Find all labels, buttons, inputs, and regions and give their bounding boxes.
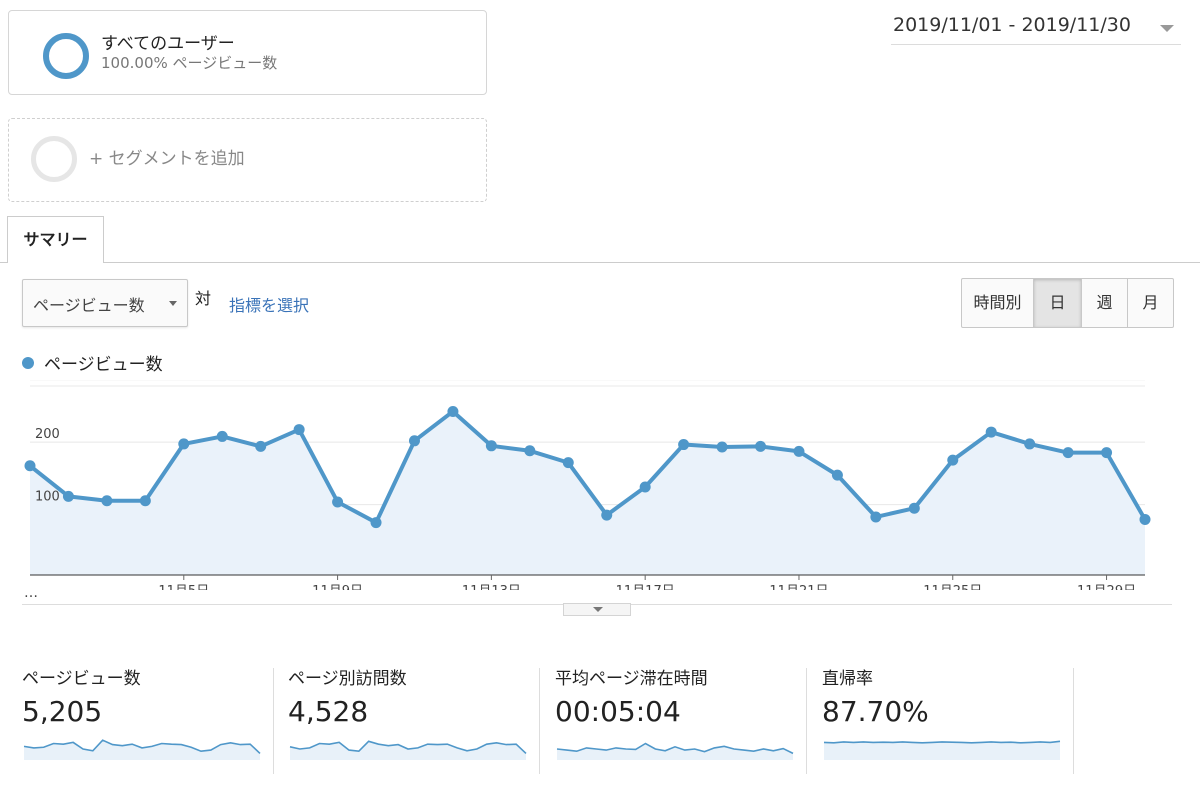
data-point [908, 502, 920, 514]
granularity-month-button[interactable]: 月 [1128, 279, 1173, 327]
data-point [408, 435, 420, 447]
data-point [831, 469, 843, 481]
data-point [793, 445, 805, 457]
stat-bounce-rate[interactable]: 直帰率 87.70% [822, 664, 1067, 774]
data-point [216, 430, 228, 442]
x-tick-label: 11月13日 [462, 584, 521, 590]
legend-label: ページビュー数 [44, 355, 163, 375]
x-tick-label: 11月29日 [1077, 584, 1136, 590]
sparkline-area [824, 741, 1060, 760]
granularity-week-button[interactable]: 週 [1082, 279, 1128, 327]
stat-divider [539, 668, 540, 774]
stat-label: 直帰率 [822, 669, 873, 689]
stat-divider [273, 668, 274, 774]
chart-more-indicator: … [24, 585, 38, 601]
area-fill [30, 411, 1145, 575]
tab-summary[interactable]: サマリー [7, 216, 104, 263]
data-point [678, 439, 690, 451]
data-point [62, 490, 74, 502]
tab-divider [0, 262, 1200, 263]
chevron-down-icon [593, 607, 603, 612]
data-point [370, 517, 382, 529]
data-point [332, 496, 344, 508]
x-tick-label: 11月21日 [769, 584, 828, 590]
granularity-day-button[interactable]: 日 [1034, 279, 1082, 327]
data-point [101, 495, 113, 507]
data-point [1062, 447, 1074, 459]
stat-value: 87.70% [822, 695, 929, 728]
data-point [293, 424, 305, 436]
stat-avg-time-on-page[interactable]: 平均ページ滞在時間 00:05:04 [555, 664, 800, 774]
y-tick-label: 200 [35, 427, 60, 442]
y-tick-label: 100 [35, 490, 60, 505]
stat-divider [1073, 668, 1074, 774]
segment-ring-icon [43, 33, 89, 79]
stat-label: ページビュー数 [22, 669, 141, 689]
chevron-down-icon [169, 301, 177, 306]
sparkline [823, 740, 1061, 760]
x-tick-label: 11月17日 [616, 584, 675, 590]
data-point [255, 440, 267, 452]
data-point [755, 440, 767, 452]
x-tick-label: 11月5日 [158, 584, 209, 590]
x-tick-label: 11月9日 [312, 584, 363, 590]
vs-label: 対 [195, 289, 212, 308]
add-segment-button[interactable]: + セグメントを追加 [8, 118, 487, 202]
sparkline [556, 742, 794, 760]
stat-divider [806, 668, 807, 774]
sparkline [289, 740, 527, 760]
pageviews-line-chart: 10020030011月5日11月9日11月13日11月17日11月21日11月… [24, 380, 1151, 590]
data-point [716, 441, 728, 453]
data-point [178, 438, 190, 450]
data-point [1139, 513, 1151, 525]
legend-dot-icon [22, 357, 34, 369]
x-tick-label: 11月25日 [923, 584, 982, 590]
add-segment-label: + セグメントを追加 [89, 149, 245, 169]
segment-title: すべてのユーザー [101, 34, 235, 54]
chart-collapse-handle[interactable] [563, 603, 631, 616]
sparkline [23, 739, 261, 760]
date-range-underline [891, 44, 1181, 45]
stat-value: 5,205 [22, 695, 103, 728]
data-point [524, 445, 536, 457]
data-point [601, 509, 613, 521]
data-point [447, 405, 459, 417]
data-point [562, 457, 574, 469]
granularity-toggle: 時間別 日 週 月 [961, 278, 1174, 328]
empty-segment-ring-icon [31, 136, 77, 182]
data-point [139, 495, 151, 507]
stat-label: 平均ページ滞在時間 [555, 669, 708, 689]
chevron-down-icon[interactable] [1160, 25, 1174, 32]
segment-subtitle: 100.00% ページビュー数 [101, 54, 278, 72]
sparkline-line [823, 740, 1061, 744]
stat-label: ページ別訪問数 [288, 669, 407, 689]
data-point [1024, 438, 1036, 450]
data-point [24, 460, 36, 472]
granularity-hourly-button[interactable]: 時間別 [962, 279, 1034, 327]
data-point [1101, 447, 1113, 459]
stat-pageviews[interactable]: ページビュー数 5,205 [22, 664, 267, 774]
stat-value: 00:05:04 [555, 695, 681, 728]
data-point [947, 454, 959, 466]
choose-metric-link[interactable]: 指標を選択 [229, 292, 309, 316]
data-point [870, 511, 882, 523]
metric-select[interactable]: ページビュー数 [22, 279, 188, 327]
date-range-picker[interactable]: 2019/11/01 - 2019/11/30 [893, 14, 1131, 36]
data-point [485, 440, 497, 452]
metric-select-label: ページビュー数 [33, 296, 145, 315]
stat-unique-pageviews[interactable]: ページ別訪問数 4,528 [288, 664, 533, 774]
chart-legend: ページビュー数 [22, 350, 163, 375]
segment-all-users[interactable]: すべてのユーザー 100.00% ページビュー数 [8, 10, 487, 95]
stat-value: 4,528 [288, 695, 369, 728]
data-point [985, 426, 997, 438]
data-point [639, 481, 651, 493]
